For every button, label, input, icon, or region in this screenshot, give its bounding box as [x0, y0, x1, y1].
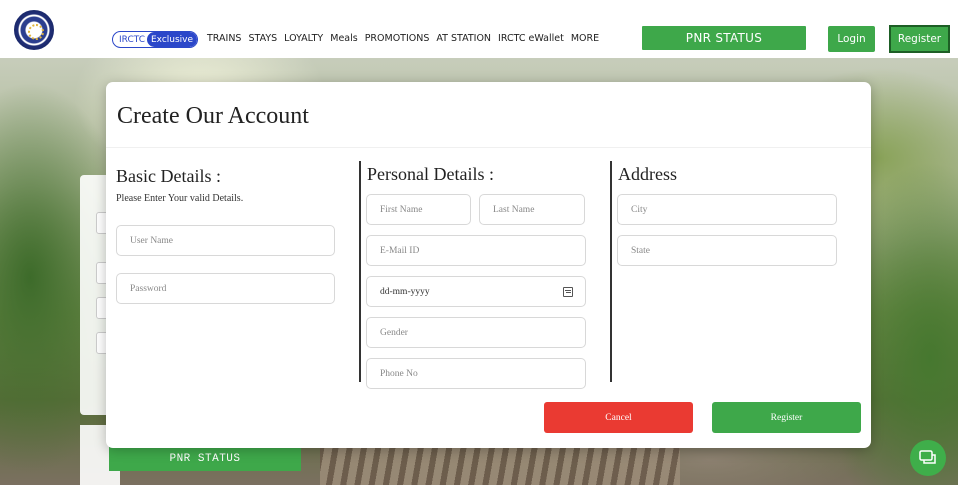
header-register-button[interactable]: Register — [889, 25, 950, 53]
nav-more[interactable]: MORE — [571, 33, 599, 44]
first-name-field[interactable]: First Name — [366, 194, 471, 225]
column-divider — [610, 161, 612, 382]
nav-stays[interactable]: STAYS — [248, 33, 277, 44]
date-of-birth-value: dd-mm-yyyy — [380, 286, 430, 297]
city-placeholder: City — [631, 204, 648, 215]
register-button[interactable]: Register — [712, 402, 861, 433]
chat-button[interactable] — [910, 440, 946, 476]
email-field[interactable]: E-Mail ID — [366, 235, 586, 266]
nav-meals[interactable]: Meals — [330, 33, 357, 44]
basic-details-subtitle: Please Enter Your valid Details. — [116, 193, 244, 204]
password-field[interactable]: Password — [116, 273, 335, 304]
create-account-modal: Create Our Account Basic Details : Pleas… — [106, 82, 871, 448]
main-nav: TRAINS STAYS LOYALTY Meals PROMOTIONS AT… — [207, 33, 599, 44]
state-placeholder: State — [631, 245, 650, 256]
cancel-button[interactable]: Cancel — [544, 402, 693, 433]
gender-placeholder: Gender — [380, 327, 408, 338]
nav-at-station[interactable]: AT STATION — [436, 33, 491, 44]
password-placeholder: Password — [130, 283, 167, 294]
nav-loyalty[interactable]: LOYALTY — [284, 33, 323, 44]
username-field[interactable]: User Name — [116, 225, 335, 256]
calendar-icon[interactable] — [563, 286, 573, 297]
last-name-field[interactable]: Last Name — [479, 194, 585, 225]
irctc-exclusive-badge[interactable]: IRCTC Exclusive — [112, 31, 198, 48]
background-pnr-status-button[interactable]: PNR STATUS — [109, 447, 301, 471]
pnr-status-button[interactable]: PNR STATUS — [642, 26, 806, 50]
irctc-logo[interactable] — [14, 10, 54, 50]
modal-header: Create Our Account — [106, 82, 871, 148]
basic-details-title: Basic Details : — [116, 166, 221, 186]
exclusive-irctc-text: IRCTC — [119, 34, 145, 45]
gender-field[interactable]: Gender — [366, 317, 586, 348]
address-title: Address — [618, 164, 677, 184]
personal-details-title: Personal Details : — [367, 164, 494, 184]
nav-trains[interactable]: TRAINS — [207, 33, 241, 44]
phone-placeholder: Phone No — [380, 368, 418, 379]
username-placeholder: User Name — [130, 235, 173, 246]
first-name-placeholder: First Name — [380, 204, 423, 215]
date-of-birth-field[interactable]: dd-mm-yyyy — [366, 276, 586, 307]
city-field[interactable]: City — [617, 194, 837, 225]
phone-field[interactable]: Phone No — [366, 358, 586, 389]
top-navbar: IRCTC Exclusive TRAINS STAYS LOYALTY Mea… — [0, 0, 958, 58]
nav-promotions[interactable]: PROMOTIONS — [365, 33, 430, 44]
login-button[interactable]: Login — [828, 26, 875, 52]
exclusive-label: Exclusive — [147, 32, 197, 47]
email-placeholder: E-Mail ID — [380, 245, 420, 256]
nav-ewallet[interactable]: IRCTC eWallet — [498, 33, 564, 44]
chat-icon — [919, 450, 936, 464]
last-name-placeholder: Last Name — [493, 204, 535, 215]
state-field[interactable]: State — [617, 235, 837, 266]
modal-title: Create Our Account — [117, 103, 309, 129]
column-divider — [359, 161, 361, 382]
